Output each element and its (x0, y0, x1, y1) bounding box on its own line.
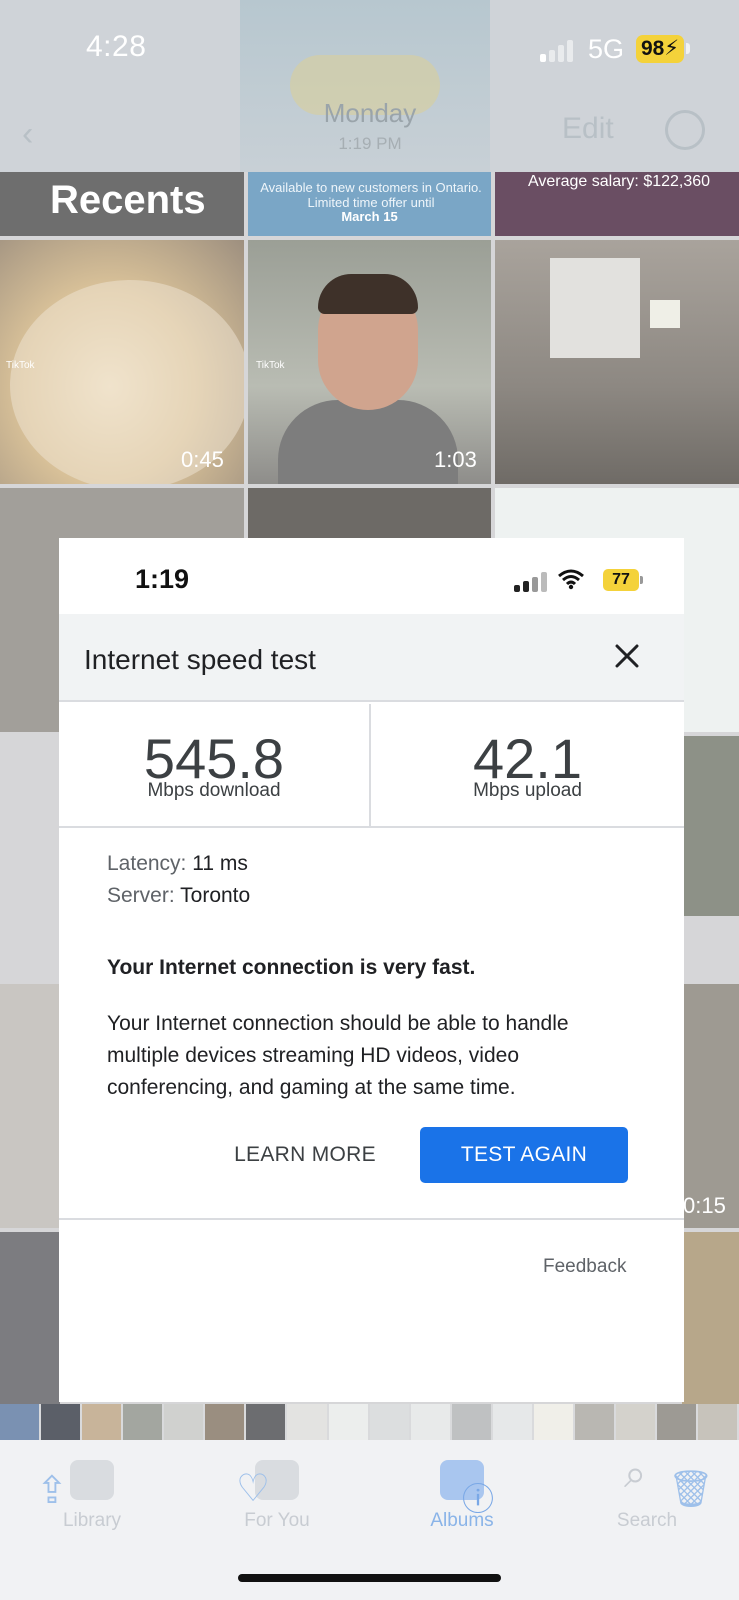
upload-metric: 42.1 Mbps upload (371, 704, 684, 828)
status-bar-time: 4:28 (86, 30, 147, 63)
tab-search[interactable]: Search (587, 1510, 707, 1532)
video-tile[interactable]: TikTok 1:03 (248, 240, 491, 484)
home-indicator[interactable] (238, 1574, 501, 1582)
lamp-shape (650, 300, 680, 328)
card-battery-level: 77 (603, 569, 639, 591)
card-signal-icon (514, 572, 548, 592)
feedback-link[interactable]: Feedback (543, 1256, 626, 1278)
tab-for-you[interactable]: For You (217, 1510, 337, 1532)
card-battery-tip (640, 576, 643, 584)
tab-library[interactable]: Library (32, 1510, 152, 1532)
tiktok-watermark: TikTok (6, 360, 35, 371)
speed-verdict: Your Internet connection is very fast. (107, 956, 476, 979)
memory-time: 1:19 PM (338, 134, 402, 153)
close-icon[interactable] (605, 634, 649, 678)
salary-caption: Average salary: $122,360 (528, 173, 711, 190)
memory-day: Monday (323, 98, 417, 128)
person-hair-shape (318, 274, 418, 314)
battery-tip (686, 43, 690, 54)
video-duration: 1:03 (434, 447, 477, 472)
library-icon[interactable] (70, 1460, 114, 1500)
video-tile[interactable]: TikTok 0:45 (0, 240, 244, 484)
photo-tile[interactable] (682, 736, 739, 916)
share-icon[interactable]: ⇪ (36, 1468, 68, 1513)
window-shape (550, 258, 640, 358)
cellular-signal-icon (540, 38, 576, 62)
promo-caption: Available to new customers in Ontario. L… (260, 180, 482, 210)
card-status-time: 1:19 (135, 564, 190, 594)
server-value: Toronto (180, 884, 251, 907)
tiktok-watermark: TikTok (256, 360, 285, 371)
photo-tile[interactable] (495, 240, 739, 484)
latency-value: 11 ms (192, 852, 248, 875)
latency-label: Latency: (107, 852, 187, 875)
search-icon[interactable]: ⌕ (624, 1452, 646, 1497)
test-again-button[interactable]: TEST AGAIN (420, 1127, 628, 1183)
speed-test-card: 1:19 77 Internet speed test 545.8 Mbps d… (59, 538, 684, 1402)
battery-icon: 98⚡ (636, 35, 684, 63)
upload-speed-label: Mbps upload (473, 780, 582, 801)
edit-button[interactable]: Edit (562, 112, 614, 146)
latency-row: Latency: 11 ms (107, 852, 248, 876)
video-duration: 0:15 (683, 1193, 726, 1218)
video-duration: 0:45 (181, 447, 224, 472)
speed-test-header: Internet speed test (59, 614, 684, 702)
more-options-icon[interactable] (665, 110, 705, 150)
favorite-heart-icon[interactable]: ♡ (236, 1466, 270, 1511)
photo-tile[interactable] (682, 1232, 739, 1404)
person-body-shape (278, 400, 458, 484)
promo-date: March 15 (341, 209, 398, 224)
video-tile[interactable] (682, 984, 739, 1228)
photo-tile[interactable] (0, 1232, 60, 1404)
divider (59, 1218, 684, 1220)
wifi-icon (557, 568, 585, 597)
server-label: Server: (107, 884, 175, 907)
thumbnail-scrubber[interactable] (0, 1404, 739, 1440)
trash-icon[interactable]: 🗑 (668, 1468, 714, 1510)
download-speed-label: Mbps download (147, 780, 281, 801)
back-chevron-icon[interactable]: ‹ (22, 115, 33, 154)
tab-albums[interactable]: Albums (402, 1510, 522, 1532)
speed-description: Your Internet connection should be able … (107, 1012, 569, 1099)
album-title: Recents (50, 178, 206, 222)
network-type: 5G (588, 34, 625, 64)
speed-test-title: Internet speed test (84, 644, 316, 675)
battery-level: 98 (640, 37, 665, 60)
server-row: Server: Toronto (107, 884, 250, 908)
download-metric: 545.8 Mbps download (59, 704, 371, 828)
photo-tile[interactable] (0, 984, 60, 1228)
learn-more-button[interactable]: LEARN MORE (225, 1127, 385, 1183)
